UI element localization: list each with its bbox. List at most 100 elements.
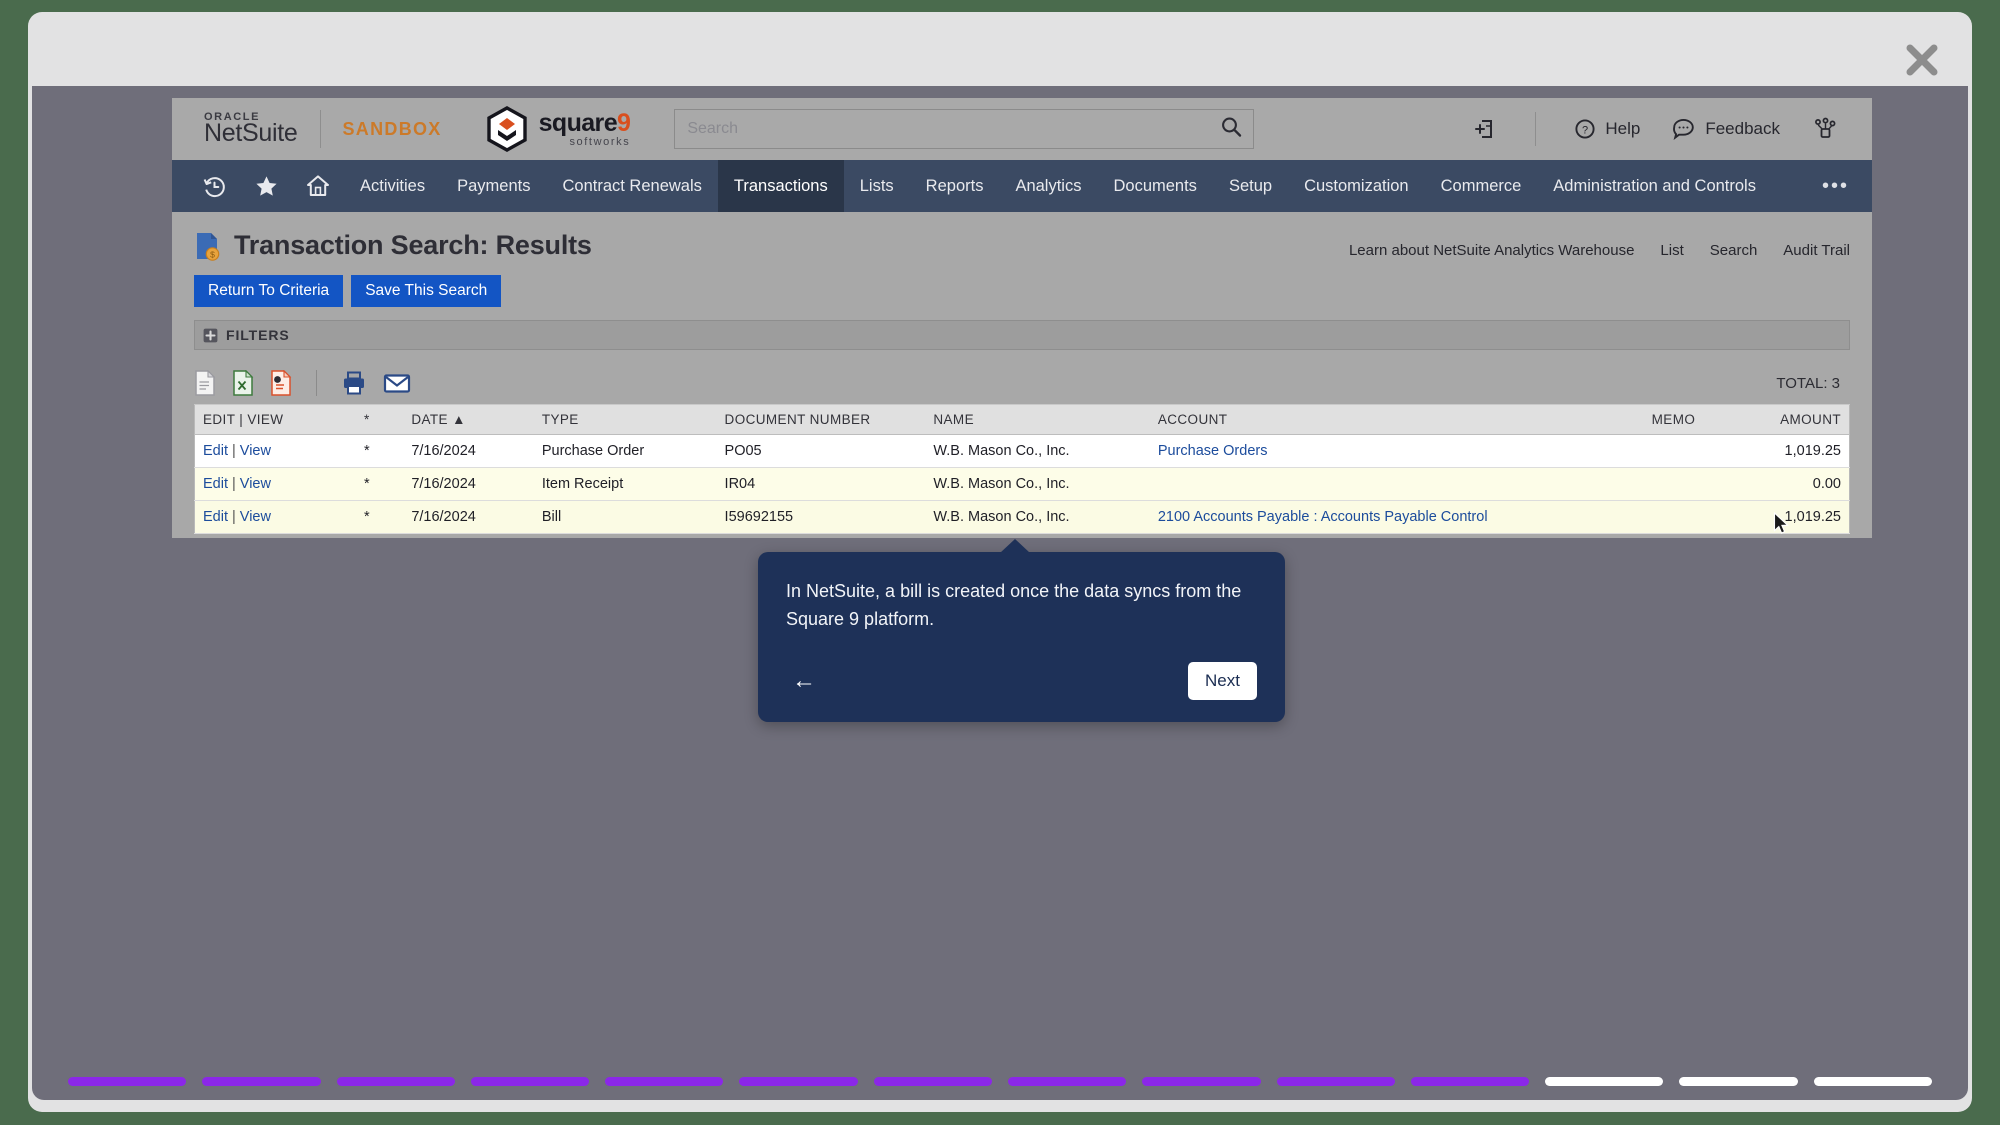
row-amount-cell: 1,019.25	[1703, 434, 1850, 468]
return-to-criteria-button[interactable]: Return To Criteria	[194, 275, 344, 307]
progress-segment[interactable]	[336, 1077, 455, 1086]
row-type-cell: Purchase Order	[533, 434, 717, 468]
close-icon[interactable]	[1894, 32, 1950, 88]
filters-toggle[interactable]: FILTERS	[194, 320, 1850, 350]
nav-more-icon[interactable]: •••	[1802, 160, 1869, 212]
row-account-cell[interactable]: 2100 Accounts Payable : Accounts Payable…	[1149, 500, 1599, 534]
edit-link[interactable]: Edit	[203, 443, 228, 459]
help-label: Help	[1605, 119, 1641, 138]
nav-item-administration-and-controls[interactable]: Administration and Controls	[1537, 160, 1772, 212]
nav-item-transactions[interactable]: Transactions	[717, 160, 844, 212]
coachmark-next-button[interactable]: Next	[1188, 661, 1257, 700]
email-icon[interactable]	[383, 372, 411, 394]
help-button[interactable]: ? Help	[1558, 118, 1656, 140]
progress-segment[interactable]	[1813, 1077, 1932, 1086]
column-header--[interactable]: *	[330, 404, 404, 435]
nav-item-customization[interactable]: Customization	[1288, 160, 1425, 212]
view-link[interactable]: View	[240, 509, 271, 525]
link-learn-about-naw[interactable]: Learn about NetSuite Analytics Warehouse	[1349, 242, 1634, 259]
progress-segment[interactable]	[1007, 1077, 1127, 1086]
progress-segment[interactable]	[1410, 1077, 1530, 1086]
netsuite-wordmark: NetSuite	[204, 119, 298, 147]
divider	[316, 370, 317, 396]
nav-item-lists[interactable]: Lists	[844, 160, 910, 212]
link-search[interactable]: Search	[1710, 242, 1758, 259]
row-account-cell[interactable]: Purchase Orders	[1149, 434, 1599, 468]
table-row[interactable]: Edit | View * 7/16/2024 Item Receipt IR04 W.B. …	[194, 467, 1850, 501]
row-star-cell: *	[330, 500, 404, 534]
nav-item-payments[interactable]: Payments	[441, 160, 546, 212]
open-new-window-icon[interactable]	[1457, 117, 1513, 141]
feedback-button[interactable]: Feedback	[1656, 118, 1796, 140]
link-separator: |	[232, 476, 236, 492]
oracle-netsuite-logo: ORACLE NetSuite	[204, 112, 298, 146]
column-header-edit-view[interactable]: EDIT | VIEW	[194, 404, 331, 435]
progress-segment[interactable]	[1545, 1077, 1664, 1086]
save-this-search-button[interactable]: Save This Search	[351, 275, 502, 307]
edit-link[interactable]: Edit	[203, 509, 228, 525]
nav-item-activities[interactable]: Activities	[344, 160, 441, 212]
nav-item-setup[interactable]: Setup	[1213, 160, 1288, 212]
transaction-search-icon: $	[197, 232, 220, 261]
view-link[interactable]: View	[240, 443, 271, 459]
progress-segment[interactable]	[202, 1077, 321, 1086]
nav-item-analytics[interactable]: Analytics	[999, 160, 1097, 212]
row-date-cell: 7/16/2024	[403, 467, 534, 501]
view-link[interactable]: View	[240, 476, 271, 492]
progress-segment[interactable]	[605, 1077, 724, 1086]
progress-segment[interactable]	[1276, 1077, 1395, 1086]
nav-item-commerce[interactable]: Commerce	[1425, 160, 1538, 212]
home-icon[interactable]	[292, 160, 344, 212]
export-csv-icon[interactable]	[194, 370, 216, 396]
row-edit-view-cell: Edit | View	[194, 434, 331, 468]
page-title: Transaction Search: Results	[234, 230, 592, 260]
page-body: $ Transaction Search: Results Return To …	[172, 212, 1872, 534]
table-row[interactable]: Edit | View * 7/16/2024 Bill I59692155 W.B. Mas…	[194, 500, 1850, 534]
row-account-cell	[1149, 467, 1599, 501]
page-action-buttons: Return To Criteria Save This Search	[194, 275, 1349, 307]
link-audit-trail[interactable]: Audit Trail	[1783, 242, 1850, 259]
title-row: $ Transaction Search: Results Return To …	[194, 212, 1850, 307]
row-date-cell: 7/16/2024	[403, 500, 534, 534]
column-header-document-number[interactable]: DOCUMENT NUMBER	[716, 404, 926, 435]
square9-subtitle: softworks	[569, 135, 631, 148]
print-icon[interactable]	[341, 370, 367, 396]
progress-segment[interactable]	[68, 1077, 187, 1086]
column-header-type[interactable]: TYPE	[533, 404, 717, 435]
star-icon[interactable]	[240, 160, 292, 212]
table-body: Edit | View * 7/16/2024 Purchase Order PO05 W.B…	[194, 434, 1850, 534]
column-header-amount[interactable]: AMOUNT	[1703, 404, 1850, 435]
progress-segment[interactable]	[470, 1077, 590, 1086]
progress-segment[interactable]	[1679, 1077, 1798, 1086]
svg-text:?: ?	[1582, 124, 1588, 136]
netsuite-app-window: ORACLE NetSuite SANDBOX square9 softwork…	[172, 98, 1872, 538]
nav-item-documents[interactable]: Documents	[1097, 160, 1212, 212]
account-link[interactable]: 2100 Accounts Payable : Accounts Payable…	[1158, 509, 1488, 525]
progress-segment[interactable]	[873, 1077, 992, 1086]
search-icon[interactable]	[1220, 116, 1242, 143]
filters-label: FILTERS	[226, 327, 290, 343]
column-header-memo[interactable]: MEMO	[1598, 404, 1704, 435]
row-name-cell: W.B. Mason Co., Inc.	[925, 467, 1150, 501]
column-header-date-[interactable]: DATE ▲	[403, 404, 534, 435]
row-amount-cell: 0.00	[1703, 467, 1850, 501]
export-excel-icon[interactable]	[232, 370, 254, 396]
column-header-name[interactable]: NAME	[925, 404, 1150, 435]
row-type-cell: Item Receipt	[533, 467, 717, 501]
link-list[interactable]: List	[1660, 242, 1683, 259]
recent-history-icon[interactable]	[188, 160, 240, 212]
nav-item-contract-renewals[interactable]: Contract Renewals	[546, 160, 717, 212]
edit-link[interactable]: Edit	[203, 476, 228, 492]
coachmark-footer: ← Next	[786, 661, 1257, 700]
account-link[interactable]: Purchase Orders	[1158, 443, 1268, 459]
user-group-icon[interactable]	[1796, 117, 1854, 141]
column-header-account[interactable]: ACCOUNT	[1149, 404, 1599, 435]
table-row[interactable]: Edit | View * 7/16/2024 Purchase Order PO05 W.B…	[194, 434, 1850, 468]
link-separator: |	[232, 443, 236, 459]
export-pdf-icon[interactable]	[270, 370, 292, 396]
coachmark-back-button[interactable]: ←	[786, 667, 822, 695]
progress-segment[interactable]	[739, 1077, 858, 1086]
search-input[interactable]	[674, 109, 1255, 149]
nav-item-reports[interactable]: Reports	[910, 160, 1000, 212]
progress-segment[interactable]	[1142, 1077, 1261, 1086]
